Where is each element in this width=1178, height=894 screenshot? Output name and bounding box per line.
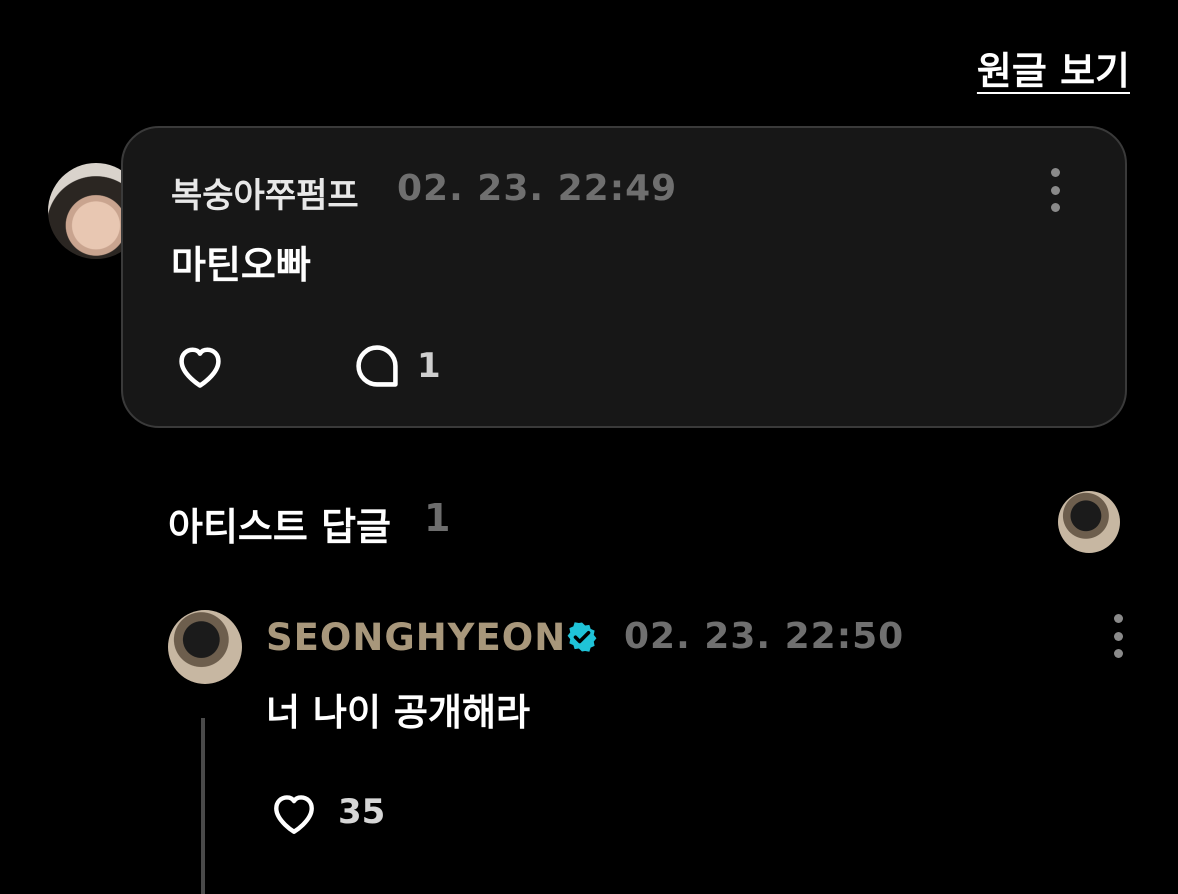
fan-comment-date: 02. 23. 22:49 — [397, 168, 678, 209]
menu-dot — [1050, 168, 1060, 177]
artist-reply-date: 02. 23. 22:50 — [624, 616, 905, 657]
artist-replies-title: 아티스트 답글 — [168, 505, 391, 549]
menu-dot — [1113, 631, 1123, 641]
menu-dot — [1050, 185, 1060, 195]
menu-dot — [1113, 614, 1123, 623]
artist-avatar-preview[interactable] — [1058, 491, 1120, 553]
comment-icon[interactable] — [351, 340, 403, 392]
heart-icon[interactable] — [266, 788, 322, 838]
artist-avatar[interactable] — [168, 610, 242, 684]
verified-badge-icon — [565, 620, 599, 654]
thread-line — [201, 718, 205, 894]
reply-count: 1 — [417, 346, 441, 386]
artist-reply-text: 너 나이 공개해라 — [266, 691, 531, 734]
fan-comment-author[interactable]: 복숭아쭈펌프 — [171, 168, 359, 217]
view-original-link[interactable]: 원글 보기 — [977, 40, 1130, 95]
fan-comment-text: 마틴오빠 — [171, 243, 311, 287]
fan-comment-card: 복숭아쭈펌프 02. 23. 22:49 마틴오빠 1 — [121, 126, 1127, 428]
heart-icon[interactable] — [171, 340, 229, 392]
kebab-menu-icon[interactable] — [1049, 168, 1061, 212]
artist-reply-author[interactable]: SEONGHYEON — [266, 616, 566, 659]
kebab-menu-icon[interactable] — [1112, 614, 1124, 658]
menu-dot — [1050, 203, 1060, 212]
like-count: 35 — [338, 792, 386, 832]
menu-dot — [1113, 649, 1123, 658]
artist-replies-count: 1 — [424, 496, 451, 540]
